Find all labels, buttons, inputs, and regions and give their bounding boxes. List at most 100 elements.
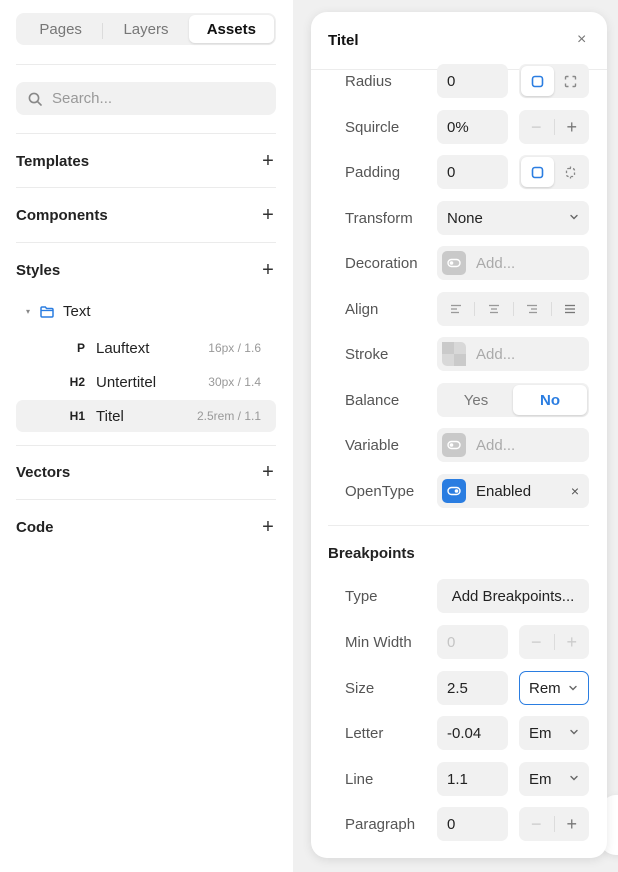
- align-right-button[interactable]: [514, 304, 551, 314]
- plus-icon[interactable]: +: [260, 260, 276, 280]
- minus-icon[interactable]: −: [519, 633, 554, 651]
- style-item[interactable]: P Lauftext 16px / 1.6: [16, 332, 276, 364]
- section-code[interactable]: Code +: [16, 515, 276, 539]
- line-row: Line 1.1 Em: [311, 761, 607, 797]
- section-templates[interactable]: Templates +: [16, 149, 276, 173]
- tab-label: Layers: [123, 20, 169, 38]
- variable-field[interactable]: Add...: [437, 428, 589, 462]
- section-label: Vectors: [16, 463, 71, 481]
- style-name: Untertitel: [96, 373, 157, 391]
- stroke-row: Stroke Add...: [311, 336, 607, 372]
- balance-label: Balance: [345, 391, 400, 409]
- section-styles[interactable]: Styles +: [16, 258, 276, 282]
- folder-text[interactable]: ▾ Text: [26, 303, 91, 320]
- close-icon[interactable]: ×: [577, 31, 586, 49]
- transform-row: Transform None: [311, 200, 607, 236]
- squircle-value: 0%: [447, 118, 469, 136]
- balance-row: Balance Yes No: [311, 382, 607, 418]
- add-breakpoints-button[interactable]: Add Breakpoints...: [437, 579, 589, 613]
- align-justify-button[interactable]: [552, 304, 589, 314]
- decoration-placeholder: Add...: [476, 254, 516, 272]
- align-left-button[interactable]: [437, 304, 474, 314]
- padding-value: 0: [447, 163, 456, 181]
- padding-individual-button[interactable]: [554, 157, 587, 187]
- plus-icon[interactable]: +: [555, 118, 590, 136]
- remove-icon[interactable]: ×: [571, 483, 579, 499]
- section-vectors[interactable]: Vectors +: [16, 460, 276, 484]
- radius-value: 0: [447, 72, 456, 90]
- transform-select[interactable]: None: [437, 201, 589, 235]
- min-width-input[interactable]: 0: [437, 625, 508, 659]
- tab-pages[interactable]: Pages: [18, 15, 104, 43]
- size-label: Size: [345, 679, 375, 697]
- style-item-selected[interactable]: H1 Titel 2.5rem / 1.1: [16, 400, 276, 432]
- size-input[interactable]: 2.5: [437, 671, 508, 705]
- divider: [16, 499, 276, 500]
- paragraph-value: 0: [447, 815, 456, 833]
- min-width-placeholder: 0: [447, 633, 456, 651]
- tab-assets[interactable]: Assets: [188, 15, 274, 43]
- search-input[interactable]: Search...: [16, 82, 276, 115]
- padding-square-icon: [531, 166, 544, 178]
- tab-label: Assets: [206, 20, 256, 38]
- plus-icon[interactable]: +: [260, 462, 276, 482]
- line-input[interactable]: 1.1: [437, 762, 508, 796]
- paragraph-label: Paragraph: [345, 815, 416, 833]
- letter-unit-select[interactable]: Em: [519, 716, 589, 750]
- align-label: Align: [345, 300, 379, 318]
- stroke-field[interactable]: Add...: [437, 337, 589, 371]
- section-components[interactable]: Components +: [16, 203, 276, 227]
- squircle-input[interactable]: 0%: [437, 110, 508, 144]
- radius-label: Radius: [345, 72, 392, 90]
- letter-input[interactable]: -0.04: [437, 716, 508, 750]
- align-center-button[interactable]: [475, 304, 512, 314]
- opentype-field[interactable]: Enabled ×: [437, 474, 589, 508]
- section-label: Components: [16, 206, 108, 224]
- caret-down-icon[interactable]: ▾: [26, 307, 30, 316]
- variable-row: Variable Add...: [311, 427, 607, 463]
- assets-sidebar: Pages Layers Assets Search... Templates …: [0, 0, 293, 872]
- radius-uniform-button[interactable]: [521, 66, 554, 96]
- line-unit-select[interactable]: Em: [519, 762, 589, 796]
- plus-icon[interactable]: +: [260, 151, 276, 171]
- opentype-label: OpenType: [345, 482, 415, 500]
- align-left-icon: [450, 304, 461, 314]
- radius-mode-toggle: [519, 64, 589, 98]
- divider: [328, 525, 589, 526]
- plus-icon[interactable]: +: [555, 633, 590, 651]
- style-editor-panel: Titel × Radius 0 Squircle 0% − + Padding…: [311, 12, 607, 858]
- chevron-down-icon: [570, 214, 578, 220]
- padding-input[interactable]: 0: [437, 155, 508, 189]
- minus-icon[interactable]: −: [519, 118, 554, 136]
- tab-layers[interactable]: Layers: [103, 15, 188, 43]
- squircle-label: Squircle: [345, 118, 400, 136]
- letter-unit: Em: [529, 724, 552, 742]
- letter-value: -0.04: [447, 724, 482, 742]
- paragraph-stepper: − +: [519, 807, 589, 841]
- style-name: Titel: [96, 407, 124, 425]
- line-value: 1.1: [447, 770, 468, 788]
- variable-label: Variable: [345, 436, 399, 454]
- chevron-down-icon: [570, 729, 578, 735]
- letter-row: Letter -0.04 Em: [311, 715, 607, 751]
- line-unit: Em: [529, 770, 552, 788]
- plus-icon[interactable]: +: [260, 205, 276, 225]
- size-unit-select[interactable]: Rem: [519, 671, 589, 705]
- divider: [16, 187, 276, 188]
- plus-icon[interactable]: +: [260, 517, 276, 537]
- radius-input[interactable]: 0: [437, 64, 508, 98]
- balance-yes-button[interactable]: Yes: [439, 385, 513, 415]
- style-item[interactable]: H2 Untertitel 30px / 1.4: [16, 366, 276, 398]
- opentype-value: Enabled: [476, 482, 532, 500]
- balance-no-button[interactable]: No: [513, 385, 587, 415]
- section-label: Templates: [16, 152, 90, 170]
- search-icon: [28, 92, 42, 106]
- plus-icon[interactable]: +: [555, 815, 590, 833]
- balance-toggle: Yes No: [437, 383, 589, 417]
- padding-uniform-button[interactable]: [521, 157, 554, 187]
- minus-icon[interactable]: −: [519, 815, 554, 833]
- radius-individual-button[interactable]: [554, 66, 587, 96]
- decoration-field[interactable]: Add...: [437, 246, 589, 280]
- paragraph-input[interactable]: 0: [437, 807, 508, 841]
- letter-label: Letter: [345, 724, 384, 742]
